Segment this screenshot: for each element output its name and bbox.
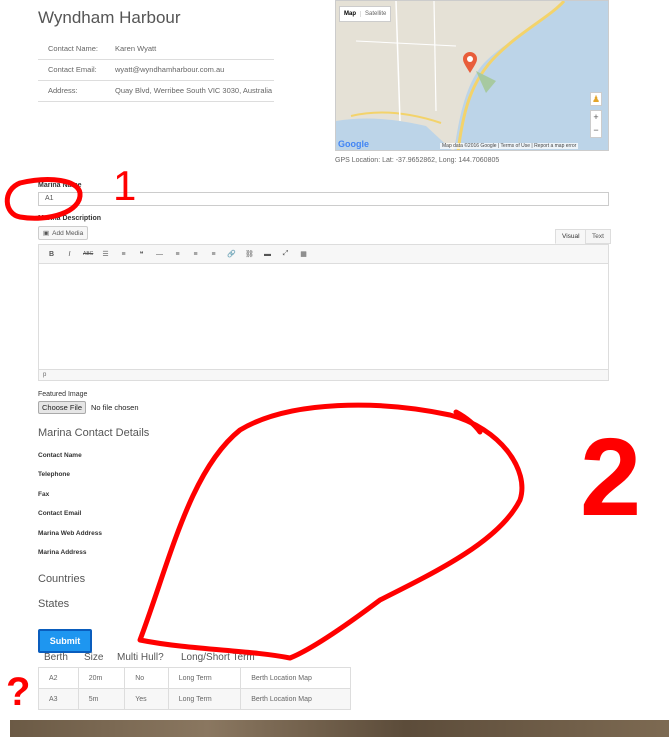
marina-name-label: Marina Name [38,182,82,189]
term-cell: Long Term [167,688,242,710]
pegman-icon[interactable]: ♟ [590,92,602,106]
align-center-icon[interactable]: ≡ [191,251,200,258]
add-media-label: Add Media [52,229,84,237]
unlink-icon[interactable]: ⛓ [245,250,254,258]
map-type-toggle[interactable]: Map Satellite [339,6,392,22]
map-type-satellite[interactable]: Satellite [360,11,390,17]
field-telephone: Telephone [38,471,71,478]
berth-cell: A2 [38,667,79,689]
gps-location: GPS Location: Lat: -37.9652862, Long: 14… [335,157,500,164]
berth-header: Berth [44,652,68,663]
term-cell: Long Term [167,667,242,689]
contact-label: Address: [38,80,105,102]
multihull-cell: Yes [124,688,169,710]
editor-path: p [38,370,609,381]
map-marker-icon[interactable] [462,52,478,74]
fullscreen-icon[interactable]: ⤢ [281,250,290,258]
berth-map-link[interactable]: Berth Location Map [240,667,351,689]
map-type-map[interactable]: Map [340,11,360,17]
tab-visual[interactable]: Visual [555,229,587,244]
contact-row-name: Contact Name: Karen Wyatt [38,38,274,60]
editor-toolbar: B I ABC ☰ ≡ ❝ — ≡ ≡ ≡ 🔗 ⛓ ▬ ⤢ ▦ [38,244,609,264]
field-contact-name: Contact Name [38,452,82,459]
featured-image-label: Featured Image [38,391,88,398]
size-cell: 5m [77,688,126,710]
berth-cell: A3 [38,688,79,710]
multihull-cell: No [124,667,169,689]
bullet-list-icon[interactable]: ☰ [101,250,110,258]
zoom-in-button[interactable]: + [591,111,601,124]
field-fax: Fax [38,491,50,498]
add-media-button[interactable]: ▣ Add Media [38,226,89,240]
footer-photo [10,720,669,737]
contact-row-email: Contact Email: wyatt@wyndhamharbour.com.… [38,59,274,81]
page-title: Wyndham Harbour [38,8,181,27]
table-row: A3 5m Yes Long Term Berth Location Map [38,688,351,710]
field-web-address: Marina Web Address [38,530,102,537]
contact-value: Karen Wyatt [105,38,274,60]
contact-value: wyatt@wyndhamharbour.com.au [105,59,274,81]
annotation-two: 2 [580,416,641,539]
marina-description-label: Marina Description [38,215,102,222]
toolbar-toggle-icon[interactable]: ▦ [299,250,308,258]
size-header: Size [84,652,104,663]
media-icon: ▣ [43,230,50,237]
countries-heading: Countries [38,573,86,585]
term-header: Long/Short Term [181,652,255,663]
align-right-icon[interactable]: ≡ [209,251,218,258]
berth-map-link[interactable]: Berth Location Map [240,688,351,710]
multihull-header: Multi Hull? [117,652,164,663]
zoom-control[interactable]: + − [590,110,602,138]
field-contact-email: Contact Email [38,510,82,517]
description-editor[interactable] [38,264,609,370]
italic-icon[interactable]: I [65,251,74,258]
contact-label: Contact Email: [38,59,105,81]
annotation-blob [137,402,525,661]
tab-text[interactable]: Text [585,229,611,244]
align-left-icon[interactable]: ≡ [173,251,182,258]
submit-button[interactable]: Submit [38,629,92,653]
file-status: No file chosen [91,403,139,412]
horizontal-rule-icon[interactable]: — [155,251,164,258]
numbered-list-icon[interactable]: ≡ [119,251,128,258]
marina-name-input[interactable]: A1 [38,192,609,206]
annotation-tick [453,409,483,435]
bold-icon[interactable]: B [47,251,56,258]
zoom-out-button[interactable]: − [591,124,601,137]
link-icon[interactable]: 🔗 [227,250,236,258]
contact-table: Contact Name: Karen Wyatt Contact Email:… [38,38,274,102]
choose-file-button[interactable]: Choose File [38,401,87,414]
field-marina-address: Marina Address [38,549,87,556]
table-row: A2 20m No Long Term Berth Location Map [38,667,351,689]
map-attribution[interactable]: Map data ©2016 Google | Terms of Use | R… [440,143,579,149]
states-heading: States [38,598,70,610]
blockquote-icon[interactable]: ❝ [137,250,146,258]
strikethrough-icon[interactable]: ABC [83,251,93,257]
size-cell: 20m [77,667,126,689]
map-tiles [336,1,566,150]
contact-details-heading: Marina Contact Details [38,427,150,439]
berth-table: A2 20m No Long Term Berth Location Map A… [38,667,351,710]
contact-label: Contact Name: [38,38,105,60]
annotation-question: ? [6,670,30,714]
read-more-icon[interactable]: ▬ [263,251,272,258]
location-map[interactable] [335,0,609,151]
google-logo: Google [338,139,369,149]
contact-value: Quay Blvd, Werribee South VIC 3030, Aust… [105,80,274,102]
contact-row-address: Address: Quay Blvd, Werribee South VIC 3… [38,80,274,102]
